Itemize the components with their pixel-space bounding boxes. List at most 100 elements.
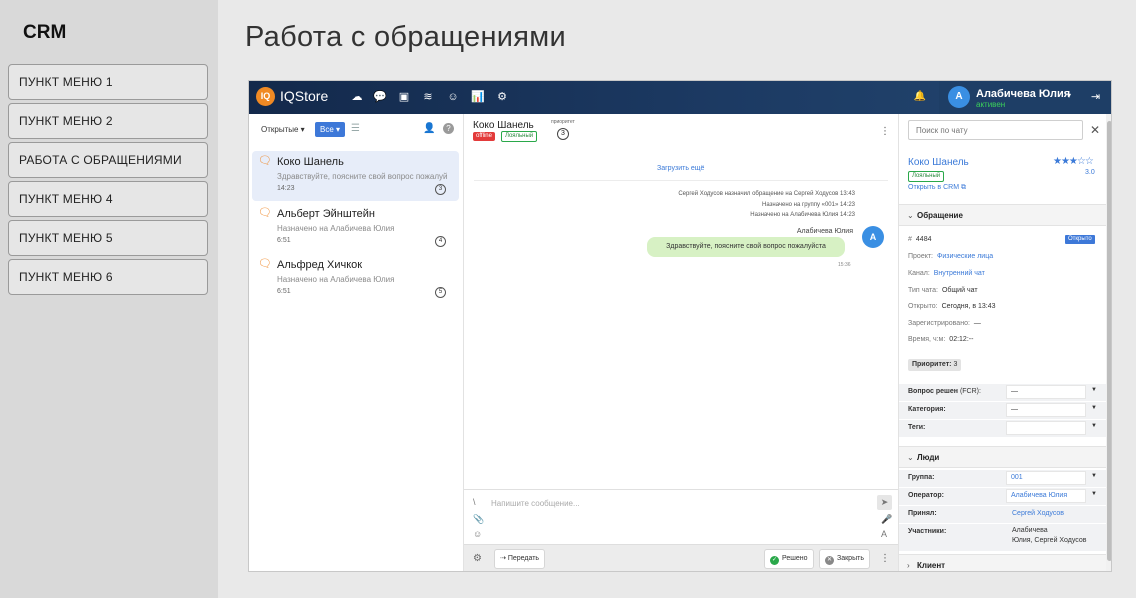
project-value[interactable]: Физические лица bbox=[937, 253, 993, 260]
chevron-right-icon: › bbox=[907, 561, 910, 570]
chat-item-count: 3 bbox=[435, 184, 446, 195]
load-more-link[interactable]: Загрузить ещё bbox=[657, 165, 704, 172]
users-icon[interactable]: ☺ bbox=[446, 90, 460, 104]
transfer-button-label: Передать bbox=[507, 555, 540, 562]
chat-item-count: 5 bbox=[435, 287, 446, 298]
microphone-icon[interactable]: 🎤 bbox=[881, 514, 892, 525]
client-name[interactable]: Коко Шанель bbox=[908, 157, 969, 168]
menu-item-5[interactable]: ПУНКТ МЕНЮ 5 bbox=[8, 220, 208, 256]
chat-type-label: Тип чата: bbox=[908, 287, 938, 294]
menu-item-requests[interactable]: РАБОТА С ОБРАЩЕНИЯМИ bbox=[8, 142, 208, 178]
chat-title: Коко Шанель bbox=[473, 120, 534, 131]
caret-down-icon[interactable]: ▼ bbox=[1091, 473, 1097, 479]
section-client[interactable]: › Клиент bbox=[899, 554, 1107, 571]
caret-down-icon[interactable]: ▼ bbox=[1091, 387, 1097, 393]
resolved-button[interactable]: ✓ Решено bbox=[764, 549, 814, 569]
project-label: Проект: bbox=[908, 253, 934, 260]
messages-icon[interactable]: 💬 bbox=[373, 90, 387, 104]
request-number: #4484 bbox=[908, 236, 931, 243]
chat-list-item[interactable]: 🗨 Коко Шанель Здравствуйте, поясните сво… bbox=[252, 151, 459, 201]
stats-icon[interactable]: 📊 bbox=[471, 90, 485, 104]
details-scrollbar-thumb[interactable] bbox=[1107, 121, 1111, 561]
section-people-title: Люди bbox=[917, 453, 940, 462]
fcr-label: Вопрос решен (FCR): bbox=[908, 388, 981, 395]
resolved-button-label: Решено bbox=[782, 555, 808, 562]
message-composer[interactable]: \ Напишите сообщение... 📎 ☺ ➤ 🎤 A bbox=[464, 489, 898, 544]
category-field: Категория: — ▼ bbox=[899, 402, 1107, 419]
menu-item-2[interactable]: ПУНКТ МЕНЮ 2 bbox=[8, 103, 208, 139]
accepted-label: Принял: bbox=[908, 510, 937, 517]
emoji-icon[interactable]: ☺ bbox=[473, 529, 482, 539]
menu-item-6[interactable]: ПУНКТ МЕНЮ 6 bbox=[8, 259, 208, 295]
message-input[interactable]: Напишите сообщение... bbox=[491, 499, 580, 508]
close-icon: ✕ bbox=[825, 556, 834, 565]
more-icon[interactable]: ⋮ bbox=[880, 126, 890, 137]
iqstore-app: IQ IQStore ☁ 💬 ▣ ≋ ☺ 📊 ⚙ 🔔 А Алабичева Ю… bbox=[248, 80, 1112, 572]
loyal-badge: Лояльный bbox=[908, 171, 945, 182]
close-chat-button[interactable]: ✕ Закрыть bbox=[819, 549, 870, 569]
open-in-crm-label: Открыть в CRM bbox=[908, 184, 960, 191]
section-request-title: Обращение bbox=[917, 211, 963, 220]
group-select[interactable]: 001 bbox=[1006, 471, 1086, 485]
section-request[interactable]: ⌄ Обращение bbox=[899, 204, 1107, 226]
caret-down-icon[interactable]: ▼ bbox=[1091, 405, 1097, 411]
chevron-down-icon[interactable]: ▾ bbox=[1067, 91, 1071, 100]
help-icon[interactable]: ? bbox=[443, 123, 454, 134]
chat-item-name: Альберт Эйнштейн bbox=[277, 208, 375, 220]
bell-icon[interactable]: 🔔 bbox=[913, 90, 927, 104]
tags-select[interactable] bbox=[1006, 421, 1086, 435]
chat-list-item[interactable]: 🗨 Альберт Эйнштейн Назначено на Алабичев… bbox=[252, 203, 459, 253]
time-row: Время, ч:м: 02:12:-- bbox=[908, 336, 973, 343]
fcr-select[interactable]: — bbox=[1006, 385, 1086, 399]
channel-value[interactable]: Внутренний чат bbox=[934, 270, 985, 277]
chat-item-name: Коко Шанель bbox=[277, 156, 344, 168]
gear-icon[interactable]: ⚙ bbox=[473, 553, 482, 564]
slash-icon[interactable]: \ bbox=[473, 497, 476, 507]
section-people[interactable]: ⌄ Люди bbox=[899, 446, 1107, 468]
group-field: Группа: 001 ▼ bbox=[899, 470, 1107, 487]
operator-select[interactable]: Алабичева Юлия bbox=[1006, 489, 1086, 503]
layers-icon[interactable]: ≋ bbox=[421, 90, 435, 104]
menu-item-1[interactable]: ПУНКТ МЕНЮ 1 bbox=[8, 64, 208, 100]
book-icon[interactable]: ▣ bbox=[397, 90, 411, 104]
divider bbox=[474, 180, 888, 181]
chat-item-name: Альфред Хичкок bbox=[277, 259, 363, 271]
filter-all-button[interactable]: Все ▾ bbox=[315, 122, 346, 137]
user-avatar[interactable]: А bbox=[948, 86, 970, 108]
caret-down-icon[interactable]: ▼ bbox=[1091, 423, 1097, 429]
operator-label: Оператор: bbox=[908, 492, 944, 499]
attach-icon[interactable]: 📎 bbox=[473, 514, 484, 525]
send-icon[interactable]: ➤ bbox=[877, 495, 892, 510]
open-in-crm-link[interactable]: Открыть в CRM ⧉ bbox=[908, 184, 966, 192]
chat-bubble-icon: 🗨 bbox=[258, 155, 272, 167]
transfer-button[interactable]: ⇢ Передать bbox=[494, 549, 546, 569]
tags-field: Теги: ▼ bbox=[899, 420, 1107, 437]
spellcheck-icon[interactable]: A bbox=[881, 529, 887, 539]
transfer-arrow-icon: ⇢ bbox=[500, 555, 508, 562]
chat-item-message: Назначено на Алабичева Юлия bbox=[277, 224, 395, 233]
priority-label: Приоритет: bbox=[912, 361, 952, 368]
logout-icon[interactable]: ⇥ bbox=[1091, 90, 1100, 103]
assign-user-icon[interactable]: 👤 bbox=[423, 123, 435, 134]
chevron-down-icon: ⌄ bbox=[907, 211, 914, 220]
page-title: Работа с обращениями bbox=[245, 21, 567, 53]
participants-label: Участники: bbox=[908, 528, 947, 535]
accepted-value[interactable]: Сергей Ходусов bbox=[1012, 510, 1064, 517]
list-view-icon[interactable]: ☰ bbox=[351, 123, 360, 134]
filter-status-dropdown[interactable]: Открытые ▾ bbox=[261, 125, 305, 134]
chat-type-row: Тип чата: Общий чат bbox=[908, 287, 978, 294]
menu-item-4[interactable]: ПУНКТ МЕНЮ 4 bbox=[8, 181, 208, 217]
chats-icon[interactable]: ☁ bbox=[350, 90, 364, 104]
app-topbar: IQ IQStore ☁ 💬 ▣ ≋ ☺ 📊 ⚙ 🔔 А Алабичева Ю… bbox=[249, 81, 1111, 114]
caret-down-icon[interactable]: ▼ bbox=[1091, 491, 1097, 497]
close-icon[interactable]: ✕ bbox=[1090, 123, 1100, 137]
category-select[interactable]: — bbox=[1006, 403, 1086, 417]
chat-search-input[interactable] bbox=[908, 120, 1083, 140]
user-name[interactable]: Алабичева Юлия bbox=[976, 88, 1070, 100]
more-icon[interactable]: ⋮ bbox=[880, 553, 890, 564]
settings-icon[interactable]: ⚙ bbox=[495, 90, 509, 104]
registered-label: Зарегистрировано: bbox=[908, 320, 970, 327]
chat-list-item[interactable]: 🗨 Альфред Хичкок Назначено на Алабичева … bbox=[252, 254, 459, 304]
priority-value: 3 bbox=[557, 128, 569, 140]
chat-list-panel: Открытые ▾ Все ▾ ☰ 👤 ? 🗨 Коко Шанель Здр… bbox=[249, 114, 464, 571]
